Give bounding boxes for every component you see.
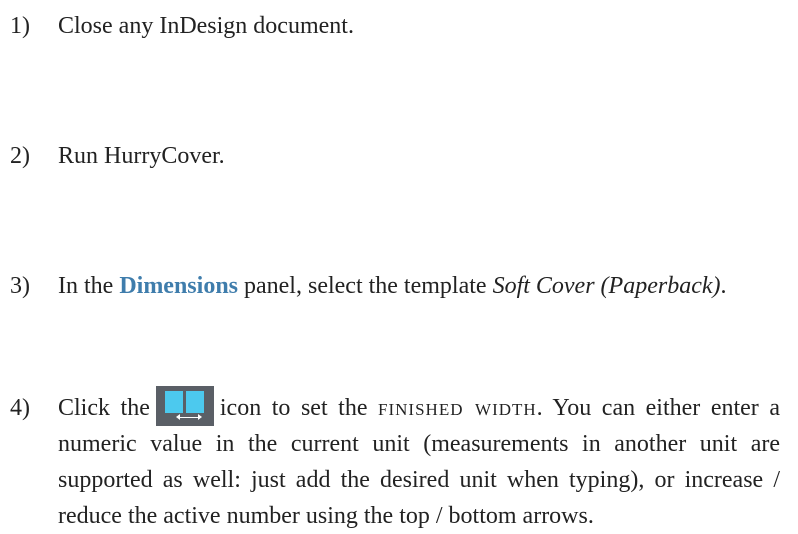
- step-text: In the Dimensions panel, select the temp…: [58, 268, 780, 304]
- step-text: Run HurryCover.: [58, 143, 225, 169]
- step-2: 2) Run HurryCover.: [10, 138, 780, 174]
- dimensions-panel-name: Dimensions: [119, 273, 238, 299]
- step-text: Close any InDesign document.: [58, 13, 354, 39]
- step-3: 3) In the Dimensions panel, select the t…: [10, 268, 780, 304]
- finished-width-term: Finished Width: [378, 395, 537, 421]
- instruction-list: 1) Close any InDesign document. 2) Run H…: [0, 0, 798, 529]
- step-number: 4): [10, 395, 30, 421]
- step-number: 3): [10, 273, 30, 299]
- step-number: 1): [10, 13, 30, 39]
- finished-width-icon: [155, 386, 214, 427]
- template-name: Soft Cover (Paperback): [492, 273, 721, 299]
- step-text-end: .: [720, 273, 727, 299]
- left-pane-shape: [164, 391, 183, 414]
- step-4: 4) Click the icon to set the Finished Wid…: [10, 386, 780, 534]
- step-text: Click the icon to set the Finished Width.…: [58, 386, 780, 534]
- step-text-lead: Click the: [58, 395, 150, 421]
- step-text-middle: panel, select the template: [238, 273, 493, 299]
- double-arrow-icon: [175, 414, 202, 421]
- step-number: 2): [10, 143, 30, 169]
- step-text-lead: In the: [58, 273, 120, 299]
- step-text-after-icon: icon to set the: [219, 395, 379, 421]
- step-1: 1) Close any InDesign document.: [10, 8, 780, 44]
- right-pane-shape: [185, 391, 204, 414]
